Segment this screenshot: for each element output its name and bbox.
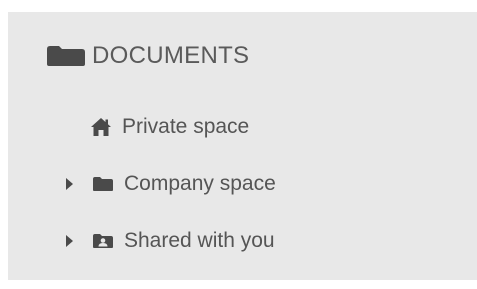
caret-right-icon[interactable] [64,233,76,249]
documents-section-header[interactable]: DOCUMENTS [46,42,249,70]
tree-item-label: Shared with you [124,229,275,252]
home-icon [90,117,112,137]
folder-icon [92,174,114,194]
tree-item-company-space[interactable]: Company space [64,170,276,198]
documents-sidebar-panel: DOCUMENTS Private space Company space Sh… [8,12,477,280]
section-title: DOCUMENTS [92,42,250,69]
tree-item-label: Private space [122,115,250,138]
caret-right-icon[interactable] [64,176,76,192]
folder-icon [46,45,86,67]
tree-item-shared-with-you[interactable]: Shared with you [64,227,275,255]
shared-folder-icon [92,231,114,251]
tree-item-private-space[interactable]: Private space [90,113,249,141]
tree-item-label: Company space [124,172,276,195]
